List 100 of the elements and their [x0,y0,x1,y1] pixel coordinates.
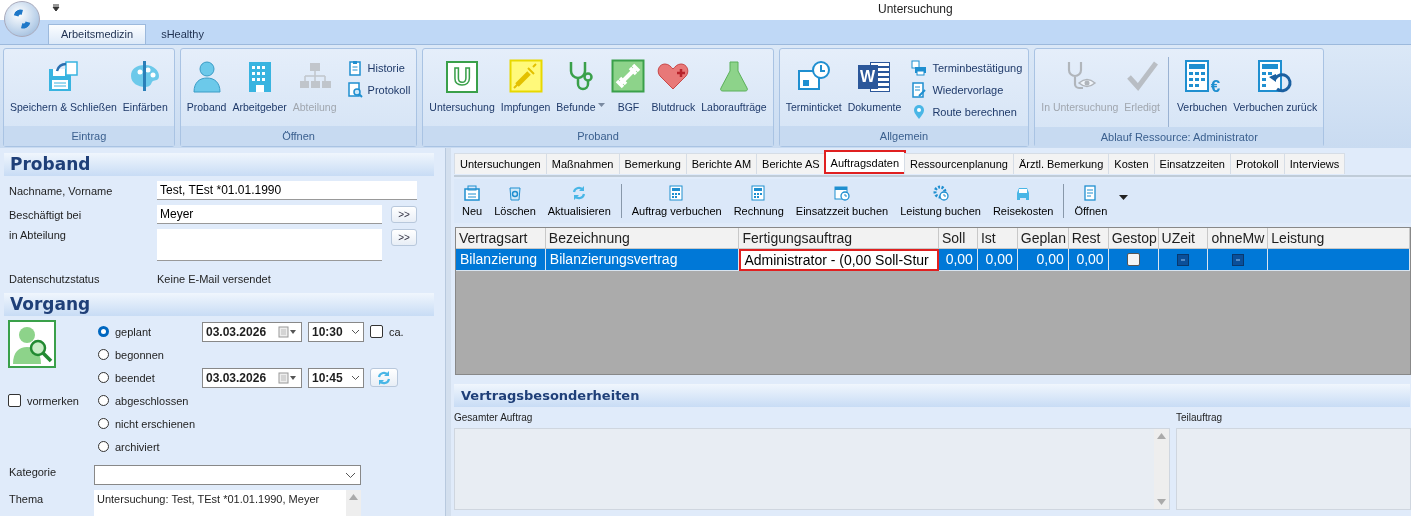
group-label: Eintrag [4,126,174,146]
refresh-button[interactable] [370,368,398,387]
toolbar-button[interactable]: Aktualisieren [541,185,617,217]
quick-access-menu-icon[interactable] [52,4,60,12]
ribbon-button[interactable]: Wiedervorlage [909,81,1025,99]
tab[interactable]: Untersuchungen [454,153,547,174]
calculator-icon [1183,59,1210,93]
dropdown-caret-icon[interactable] [1119,194,1129,200]
tab[interactable]: Einsatzzeiten [1153,153,1231,174]
privacy-status: Keine E-Mail versendet [157,273,271,285]
toolbar-button[interactable]: Neu [456,185,489,217]
calculator-icon [668,185,685,201]
ribbon-button[interactable]: Route berechnen [909,103,1025,121]
date-field[interactable]: 03.03.2026 [202,321,302,342]
checkbox[interactable] [1126,253,1140,266]
ribbon-button[interactable]: Impfungen [498,53,553,113]
ribbon-button[interactable]: € Verbuchen [1174,53,1230,113]
reserve-checkbox[interactable]: vormerken [8,394,98,407]
ribbon-button[interactable]: Terminbestätigung [909,59,1025,77]
calendar-clock-icon [834,185,850,201]
ribbon-tab[interactable]: sHealthy [148,24,217,44]
table-cell: 0,00 [977,249,1018,271]
scroll-up-icon[interactable] [1157,433,1166,439]
field-label: Teilauftrag [1176,412,1224,423]
status-radio[interactable]: begonnen [98,343,202,366]
approx-checkbox[interactable]: ca. [370,325,404,338]
toolbar-button[interactable]: Auftrag verbuchen [625,185,728,217]
ribbon-button[interactable]: BGF [609,53,648,113]
status-radio[interactable]: geplant [98,320,202,343]
department-field[interactable] [157,229,382,261]
toolbar-button[interactable]: Leistung buchen [894,185,987,217]
field-label: Kategorie [9,465,58,478]
group-label: Proband [423,126,773,146]
tab[interactable]: Protokoll [1230,153,1285,174]
status-radio[interactable]: archiviert [98,435,202,458]
open-button[interactable]: >> [391,206,417,223]
ribbon-button[interactable]: Laboraufträge [699,53,769,113]
topic-textarea[interactable]: Untersuchung: Test, TEst *01.01.1990, Meyer [94,490,361,516]
ribbon-tab[interactable]: Arbeitsmedizin [48,24,147,44]
scroll-down-icon[interactable] [1157,499,1166,505]
refresh-icon [376,369,392,386]
toolbar-button[interactable]: Rechnung [727,185,790,217]
syringe-icon [508,59,543,93]
tab[interactable]: Berichte AM [685,153,758,174]
ribbon-button[interactable]: Befunde [554,53,608,113]
ribbon-button[interactable]: Speichern & Schließen [8,53,119,113]
field-label: Thema [9,492,45,505]
employer-field[interactable]: Meyer [157,205,382,224]
tab[interactable]: Maßnahmen [545,153,620,174]
ribbon-button[interactable]: Arbeitgeber [230,53,289,113]
field-label: in Abteilung [9,229,67,241]
printer-icon [911,60,928,76]
status-radio[interactable]: nicht erschienen [98,412,202,435]
name-field[interactable]: Test, TEst *01.01.1990 [157,181,417,200]
status-radio[interactable]: beendet [98,366,202,389]
ribbon-button[interactable]: Terminticket [783,53,844,113]
app-menu-button[interactable] [4,1,40,37]
ribbon-button[interactable]: Einfärben [120,53,170,113]
field-label: Beschäftigt bei [9,208,83,221]
chevron-down-icon [345,471,356,479]
ribbon-button[interactable]: U Untersuchung [427,53,497,113]
indeterminate-checkbox-icon[interactable] [1177,253,1189,266]
dropdown-caret-icon [598,103,606,107]
ribbon-button[interactable]: Historie [344,59,413,77]
car-icon [1015,185,1032,201]
time-dropdown[interactable]: 10:45 [308,367,364,388]
toolbar-button[interactable]: Löschen [488,185,542,217]
tab[interactable]: Ressourcenplanung [904,153,1014,174]
ribbon-button[interactable]: Blutdruck [649,53,698,113]
ribbon-button[interactable]: Verbuchen zurück [1231,53,1320,113]
category-dropdown[interactable] [94,465,361,485]
document-icon [1082,185,1099,201]
toolbar-button[interactable]: Reisekosten [986,185,1060,217]
date-field[interactable]: 03.03.2026 [202,367,302,388]
scroll-up-icon[interactable] [349,494,358,500]
clipboard-icon [346,60,363,76]
tab[interactable]: Bemerkung [618,153,687,174]
table-cell: Bilanzierungsvertrag [545,249,740,271]
ribbon-button[interactable]: Protokoll [344,81,413,99]
section-header: Vertragsbesonderheiten [454,384,1410,407]
toolbar-button[interactable]: Einsatzzeit buchen [789,185,895,217]
calculator-undo-icon [1257,59,1294,93]
tab[interactable]: Auftragsdaten [824,151,906,173]
status-radio[interactable]: abgeschlossen [98,389,202,412]
group-label: Allgemein [779,126,1029,146]
table-cell: Bilanzierung [456,249,546,271]
time-dropdown[interactable]: 10:30 [308,321,364,342]
tab[interactable]: Kosten [1108,153,1155,174]
tab[interactable]: Interviews [1283,153,1346,174]
toolbar-button[interactable]: Öffnen [1068,185,1114,217]
indeterminate-checkbox-icon[interactable] [1231,253,1244,266]
tab[interactable]: Berichte AS [756,153,826,174]
open-button[interactable]: >> [391,229,417,246]
ribbon-button[interactable]: Proband [184,53,229,113]
ribbon-button[interactable]: W Dokumente [845,53,904,113]
field-label: Gesamter Auftrag [454,412,534,423]
table-cell: Administrator - (0,00 Soll-Stur [739,249,939,271]
gear-clock-icon [932,185,949,201]
tab[interactable]: Ärztl. Bemerkung [1012,153,1110,174]
section-header: Vorgang [4,293,434,316]
